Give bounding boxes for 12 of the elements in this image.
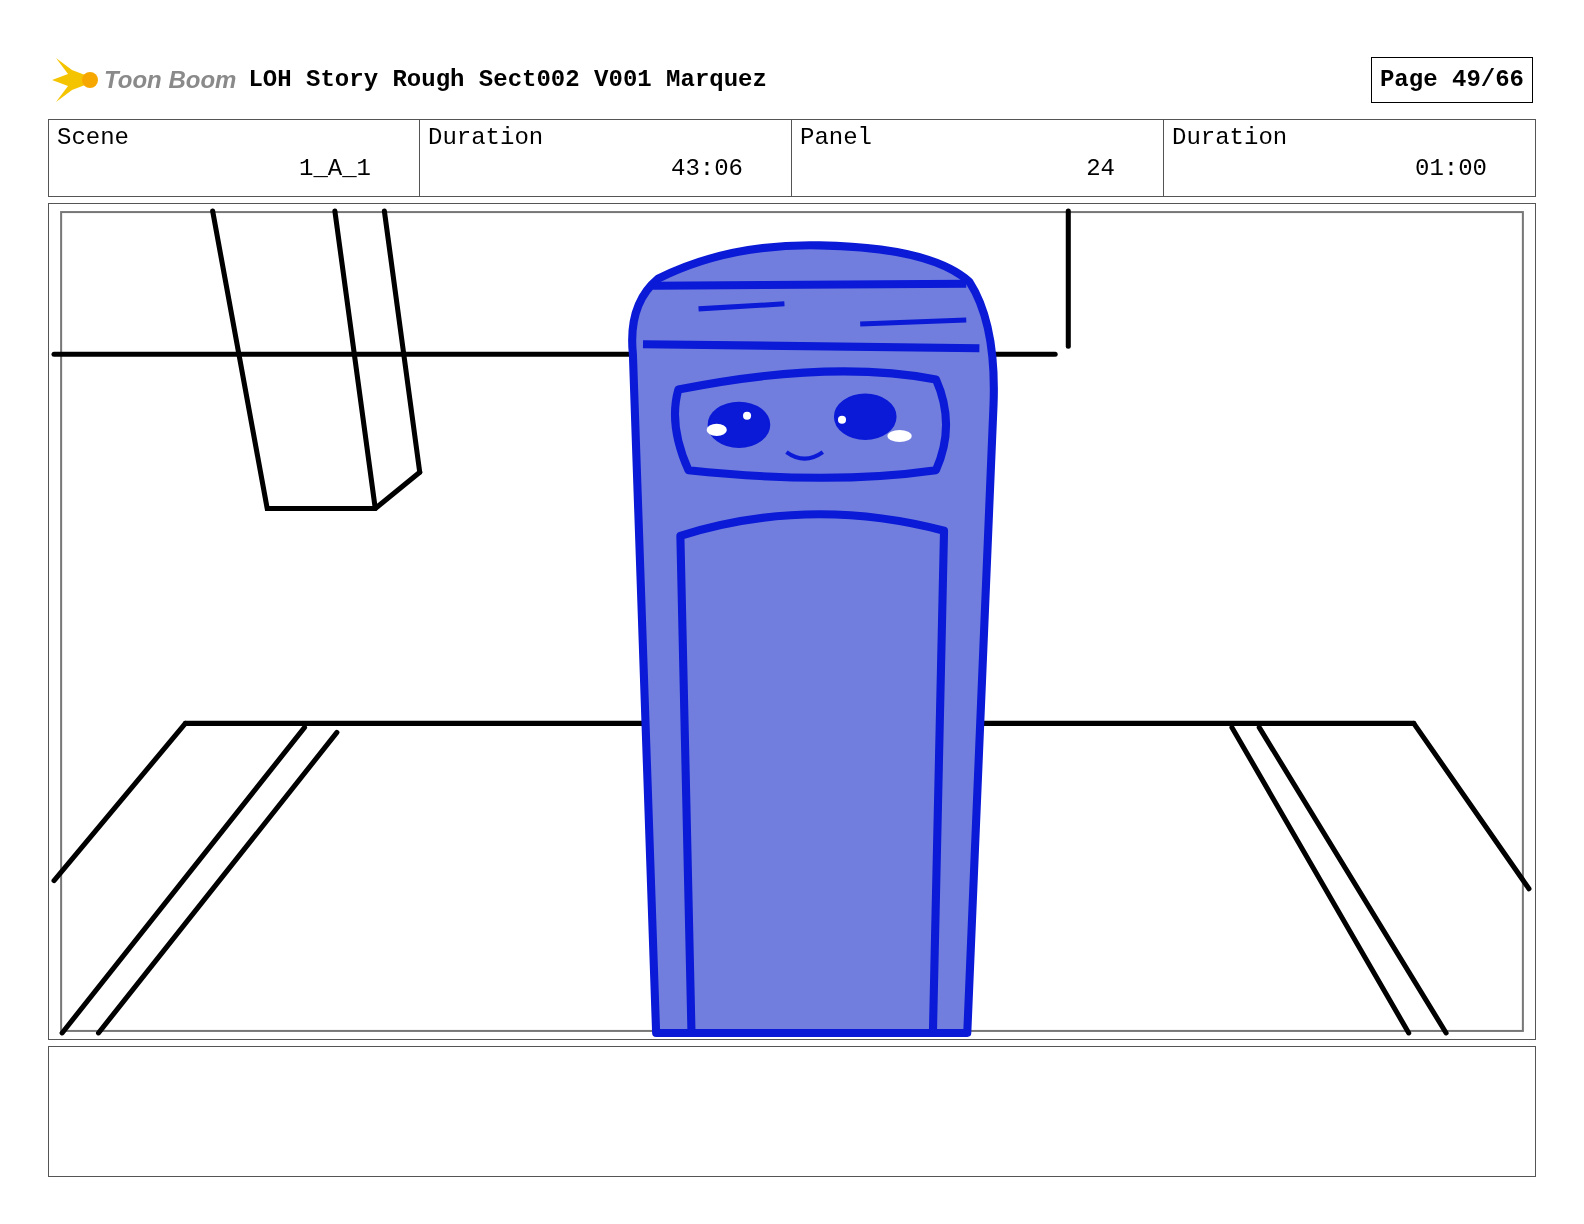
field-value: 43:06 <box>671 154 743 184</box>
field-value: 1_A_1 <box>299 154 371 184</box>
field-label: Scene <box>57 124 130 152</box>
document-title: LOH Story Rough Sect002 V001 Marquez <box>248 65 767 95</box>
logo-text: Toon Boom <box>104 65 237 95</box>
field-value: 01:00 <box>1415 154 1487 184</box>
field-label: Duration <box>1172 124 1289 152</box>
field-value: 24 <box>1086 154 1115 184</box>
star-burst-logo-icon <box>52 56 100 104</box>
page-number: Page 49/66 <box>1370 57 1533 103</box>
field-label: Panel <box>800 124 873 152</box>
field-label: Duration <box>428 124 545 152</box>
